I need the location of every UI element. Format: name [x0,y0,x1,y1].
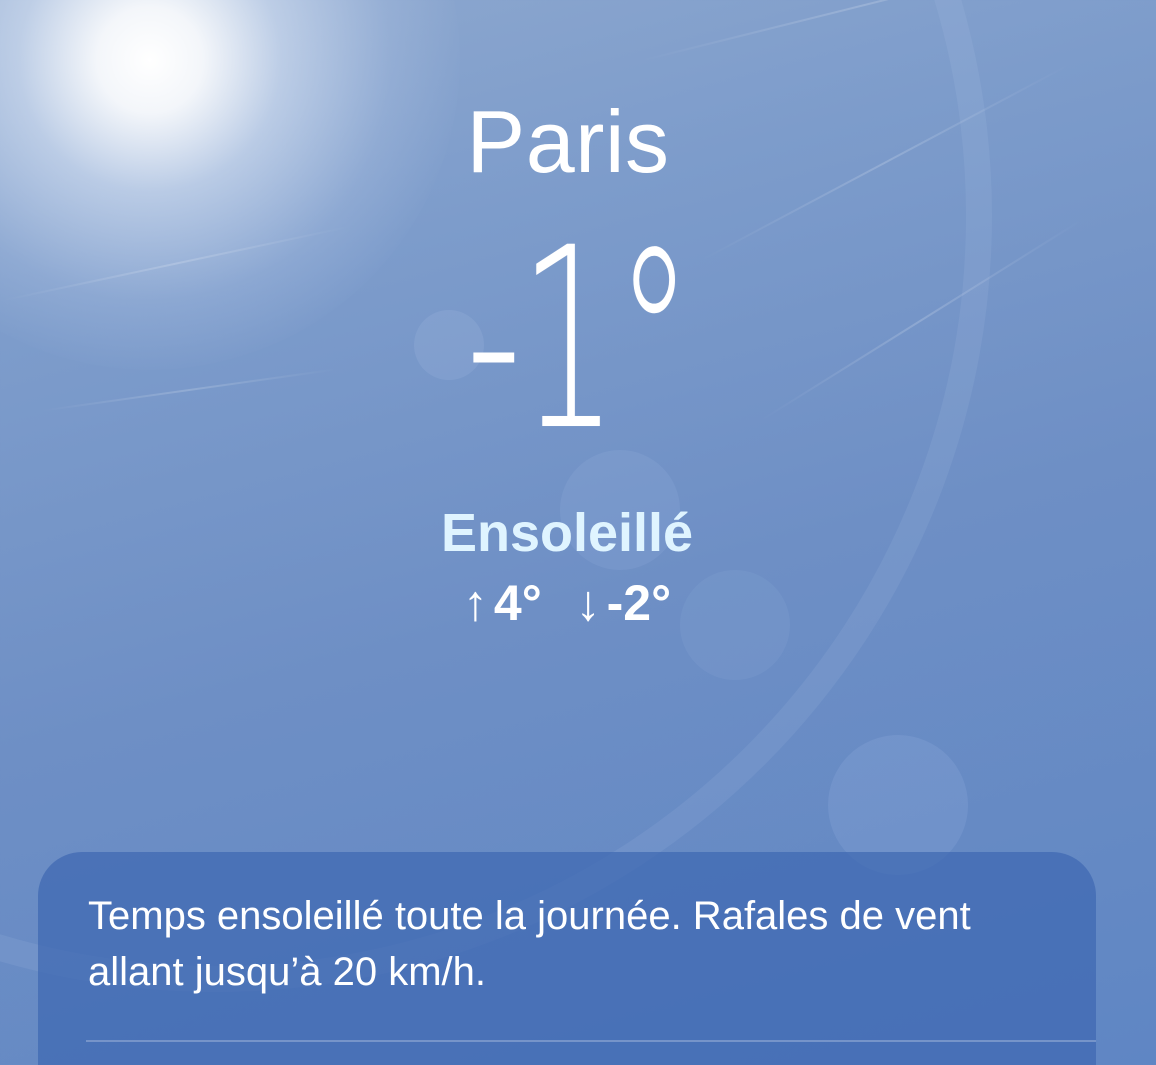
arrow-down-icon: ↓ [575,575,601,631]
card-divider [86,1040,1096,1042]
high-low-temperatures: ↑ 4° ↓ -2° [0,572,1134,634]
high-temperature: ↑ 4° [463,572,542,634]
weather-condition: Ensoleillé [440,503,694,563]
forecast-summary-text: Temps ensoleillé toute la journée. Rafal… [88,894,971,994]
low-temperature: ↓ -2° [576,572,671,634]
high-temperature-value: 4° [493,575,542,631]
forecast-summary-card[interactable]: Temps ensoleillé toute la journée. Rafal… [38,852,1096,1065]
city-name: Paris [466,92,670,191]
current-temperature: -1° [0,205,1156,475]
temperature-value: -1° [465,194,693,485]
low-temperature-value: -2° [606,575,672,631]
arrow-up-icon: ↑ [462,575,488,631]
